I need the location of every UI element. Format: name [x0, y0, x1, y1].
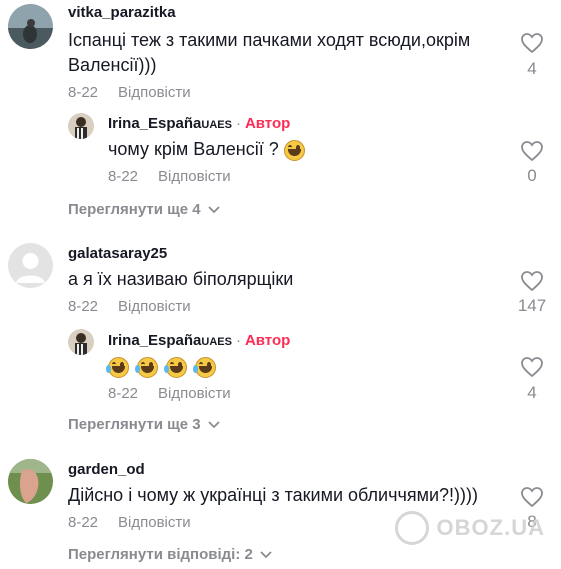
comment-text-line: Іспанці теж з такими пачками ходят всюди…: [68, 30, 471, 50]
like-count: 0: [527, 166, 537, 185]
separator-dot: ·: [235, 332, 241, 349]
comment-date: 8-22: [68, 514, 99, 531]
reply-button[interactable]: Відповісти: [118, 298, 191, 315]
reply-meta: 8-22 Відповісти: [108, 168, 231, 185]
comment-username[interactable]: garden_od: [68, 461, 145, 478]
avatar-garden[interactable]: [8, 459, 53, 504]
author-badge: Автор: [244, 332, 291, 349]
view-more-label: Переглянути ще 4: [68, 201, 201, 218]
avatar-galatasaray[interactable]: [8, 243, 53, 288]
reply-username[interactable]: Irina_España: [108, 332, 201, 349]
comment-text-line: Валенсії))): [68, 55, 157, 75]
comment-username[interactable]: galatasaray25: [68, 245, 167, 262]
reply-emojis: [106, 354, 219, 379]
comment-meta: 8-22 Відповісти: [68, 298, 191, 315]
chevron-down-icon: [260, 550, 272, 558]
view-more-replies-button[interactable]: Переглянути ще 3: [68, 416, 221, 433]
laugh-tears-emoji: [106, 356, 129, 378]
chevron-down-icon: [207, 420, 220, 428]
flag-badge: UAES: [201, 336, 232, 348]
comment-text-line: а я їх називаю біполярщіки: [68, 269, 294, 289]
sweat-smile-emoji: [283, 139, 305, 161]
like-count: 4: [527, 383, 537, 402]
avatar-irina[interactable]: [68, 329, 94, 355]
comment-text: а я їх називаю біполярщіки: [68, 267, 498, 292]
reply-button[interactable]: Відповісти: [118, 84, 191, 101]
like-count: 147: [517, 296, 547, 315]
reply-username[interactable]: Irina_España: [108, 115, 201, 132]
comment-username[interactable]: vitka_parazitka: [68, 4, 176, 21]
comment-text: Дійсно і чому ж українці з такими обличч…: [68, 483, 508, 508]
reply-button[interactable]: Відповісти: [158, 168, 231, 185]
flag-badge: UAES: [201, 119, 232, 131]
reply-text: чому крім Валенсії ?: [108, 137, 308, 162]
view-more-label: Переглянути ще 3: [68, 416, 201, 433]
author-badge: Автор: [244, 115, 291, 132]
reply-button[interactable]: Відповісти: [158, 385, 231, 402]
reply-meta: 8-22 Відповісти: [108, 385, 231, 402]
laugh-tears-emoji: [164, 356, 188, 378]
reply-username-row: Irina_EspañaUAES · Автор: [108, 332, 290, 349]
watermark-text: OBOZ.UA: [436, 515, 545, 540]
reply-text-content: чому крім Валенсії ?: [108, 139, 279, 159]
comment-text-line: Дійсно і чому ж українці з такими обличч…: [68, 485, 479, 505]
reply-date: 8-22: [108, 385, 139, 402]
comment-meta: 8-22 Відповісти: [68, 84, 191, 101]
view-more-replies-button[interactable]: Переглянути відповіді: 2: [68, 546, 273, 563]
reply-button[interactable]: Відповісти: [118, 514, 191, 531]
reply-username-row: Irina_EspañaUAES · Автор: [108, 115, 290, 132]
avatar-vitka[interactable]: [8, 4, 53, 49]
laugh-tears-emoji: [135, 356, 159, 378]
laugh-tears-emoji: [193, 356, 217, 378]
view-more-label: Переглянути відповіді: 2: [68, 546, 253, 563]
chevron-down-icon: [207, 205, 220, 213]
watermark: OBOZ.UA: [394, 511, 545, 545]
avatar-irina[interactable]: [68, 113, 94, 139]
heart-outline-icon[interactable]: [520, 32, 544, 54]
heart-outline-icon[interactable]: [520, 486, 544, 508]
view-more-replies-button[interactable]: Переглянути ще 4: [68, 201, 221, 218]
comment-date: 8-22: [68, 84, 99, 101]
heart-outline-icon[interactable]: [520, 140, 544, 162]
comment-date: 8-22: [68, 298, 99, 315]
comment-meta: 8-22 Відповісти: [68, 514, 191, 531]
heart-outline-icon[interactable]: [520, 356, 544, 378]
comment-text: Іспанці теж з такими пачками ходят всюди…: [68, 28, 498, 78]
watermark-logo-icon: [394, 511, 429, 545]
heart-outline-icon[interactable]: [520, 270, 544, 292]
like-count: 4: [527, 59, 537, 78]
reply-date: 8-22: [108, 168, 139, 185]
separator-dot: ·: [235, 115, 241, 132]
